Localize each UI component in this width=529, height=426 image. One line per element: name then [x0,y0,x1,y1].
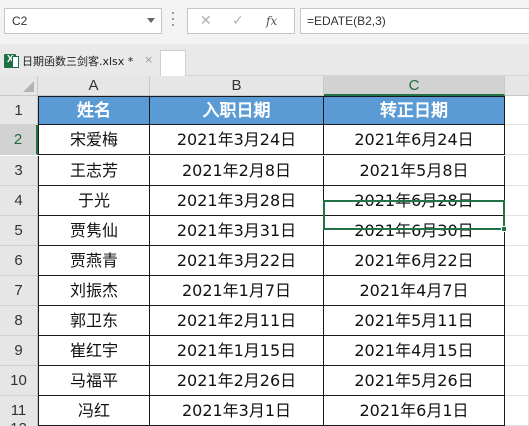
table-cell[interactable]: 2021年4月15日 [324,336,505,366]
insert-function-icon[interactable]: fx [266,14,277,28]
table-cell[interactable]: 崔红宇 [38,336,150,366]
table-cell[interactable]: 贾隽仙 [38,216,150,246]
spreadsheet-grid[interactable]: A B C 123456789101112 姓名入职日期转正日期宋爱梅2021年… [0,76,529,426]
header-cell[interactable]: 姓名 [38,96,150,125]
table-cell[interactable]: 2021年4月7日 [324,276,505,306]
table-cell[interactable]: 马福平 [38,366,150,396]
formula-bar-grip-icon[interactable] [172,12,175,30]
table-cell[interactable]: 2021年6月1日 [324,396,505,426]
row-header-2[interactable]: 2 [0,125,38,155]
column-header-c[interactable]: C [324,76,505,96]
table-cell[interactable]: 2021年3月28日 [150,186,324,216]
table-cell[interactable]: 2021年5月8日 [324,156,505,186]
row-header-3[interactable]: 3 [0,156,38,186]
table-cell[interactable]: 王志芳 [38,156,150,186]
row-header-1[interactable]: 1 [0,96,38,125]
table-cell[interactable]: 2021年2月8日 [150,156,324,186]
cancel-icon[interactable]: ✕ [200,13,212,29]
formula-input[interactable]: =EDATE(B2,3) [300,8,529,34]
new-tab-button[interactable] [160,50,186,76]
close-icon[interactable]: × [144,53,153,66]
table-cell[interactable]: 2021年5月26日 [324,366,505,396]
row-header-4[interactable]: 4 [0,186,38,216]
table-cell[interactable]: 2021年3月1日 [150,396,324,426]
table-cell[interactable]: 贾燕青 [38,246,150,276]
empty-cell[interactable] [505,396,529,426]
empty-cell[interactable] [505,336,529,366]
header-cell[interactable]: 入职日期 [150,96,324,125]
table-cell[interactable]: 郭卫东 [38,306,150,336]
row-header-8[interactable]: 8 [0,306,38,336]
column-header-b[interactable]: B [150,76,324,96]
empty-cell[interactable] [505,306,529,336]
row-header-7[interactable]: 7 [0,276,38,306]
excel-file-icon: X [4,54,19,68]
name-box-value: C2 [12,14,28,28]
empty-cell[interactable] [505,216,529,246]
document-tab-bar: X 日期函数三剑客.xlsx * × [0,44,529,76]
table-cell[interactable]: 2021年3月22日 [150,246,324,276]
table-cell[interactable]: 刘振杰 [38,276,150,306]
empty-cell[interactable] [505,186,529,216]
row-header-5[interactable]: 5 [0,216,38,246]
empty-cell[interactable] [505,156,529,186]
tab-workbook[interactable]: X 日期函数三剑客.xlsx * × [0,51,160,76]
header-cell[interactable]: 转正日期 [324,96,505,125]
table-cell[interactable]: 于光 [38,186,150,216]
row-header-6[interactable]: 6 [0,246,38,276]
empty-cell[interactable] [505,96,529,125]
select-all-button[interactable] [0,76,38,96]
table-cell[interactable]: 2021年6月30日 [324,216,505,246]
select-all-icon [23,81,34,92]
name-box[interactable]: C2 [4,8,162,34]
column-header-d[interactable] [505,76,529,96]
enter-icon[interactable]: ✓ [232,13,244,29]
empty-cell[interactable] [505,246,529,276]
table-cell[interactable]: 2021年1月7日 [150,276,324,306]
chevron-down-icon[interactable] [147,18,155,23]
table-cell[interactable]: 2021年6月28日 [324,186,505,216]
table-cell[interactable]: 2021年3月24日 [150,125,324,155]
table-cell[interactable]: 冯红 [38,396,150,426]
empty-cell[interactable] [505,366,529,396]
table-cell[interactable]: 2021年2月11日 [150,306,324,336]
formula-bar: C2 ✕ ✓ fx =EDATE(B2,3) [0,0,529,44]
table-cell[interactable]: 2021年6月22日 [324,246,505,276]
table-cell[interactable]: 2021年6月24日 [324,125,505,155]
empty-cell[interactable] [505,276,529,306]
table-cell[interactable]: 2021年3月31日 [150,216,324,246]
fill-handle[interactable] [501,226,507,232]
table-cell[interactable]: 宋爱梅 [38,125,150,155]
table-cell[interactable]: 2021年1月15日 [150,336,324,366]
row-header-10[interactable]: 10 [0,366,38,396]
column-header-a[interactable]: A [38,76,150,96]
table-cell[interactable]: 2021年2月26日 [150,366,324,396]
row-header-9[interactable]: 9 [0,336,38,366]
formula-buttons: ✕ ✓ fx [187,8,295,34]
table-cell[interactable]: 2021年5月11日 [324,306,505,336]
empty-cell[interactable] [505,125,529,155]
tab-label: 日期函数三剑客.xlsx * [22,55,134,68]
formula-text: =EDATE(B2,3) [307,14,386,28]
